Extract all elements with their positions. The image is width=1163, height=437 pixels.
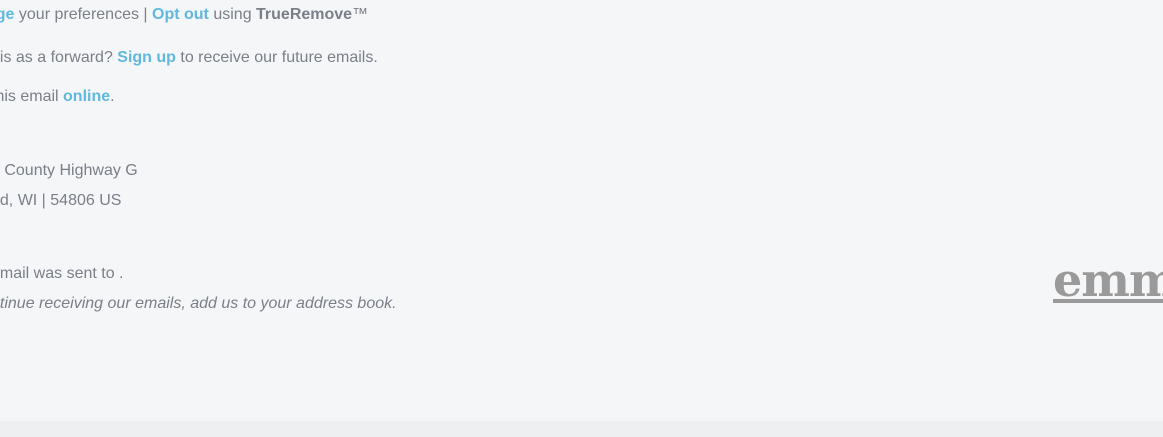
trueremove-text: TrueRemove	[256, 6, 353, 23]
view-online-line: this email online.	[0, 87, 115, 107]
address-line-2: nd, WI | 54806 US	[0, 192, 122, 209]
preferences-text: your preferences |	[14, 6, 153, 23]
preferences-line: nge your preferences | Opt out using Tru…	[0, 5, 368, 25]
address-line-1: 0 County Highway G	[0, 162, 138, 179]
bottom-bar	[0, 421, 1163, 437]
sent-to-notice: email was sent to .	[0, 265, 124, 282]
view-suffix-text: .	[110, 88, 115, 105]
view-online-link[interactable]: online	[63, 88, 110, 105]
sign-up-link[interactable]: Sign up	[117, 49, 176, 66]
emma-logo[interactable]: emma	[1053, 252, 1163, 308]
trademark-text: ™	[352, 6, 369, 23]
forward-line: nis as a forward? Sign up to receive our…	[0, 48, 378, 68]
forward-prefix-text: nis as a forward?	[0, 49, 118, 66]
address-book-notice: ntinue receiving our emails, add us to y…	[0, 295, 397, 312]
view-prefix-text: this email	[0, 88, 59, 105]
change-preferences-link[interactable]: nge	[0, 6, 14, 23]
email-footer: nge your preferences | Opt out using Tru…	[0, 0, 1163, 421]
forward-suffix-text: to receive our future emails.	[175, 49, 378, 66]
opt-out-link[interactable]: Opt out	[152, 6, 209, 23]
using-text: using	[208, 6, 257, 23]
